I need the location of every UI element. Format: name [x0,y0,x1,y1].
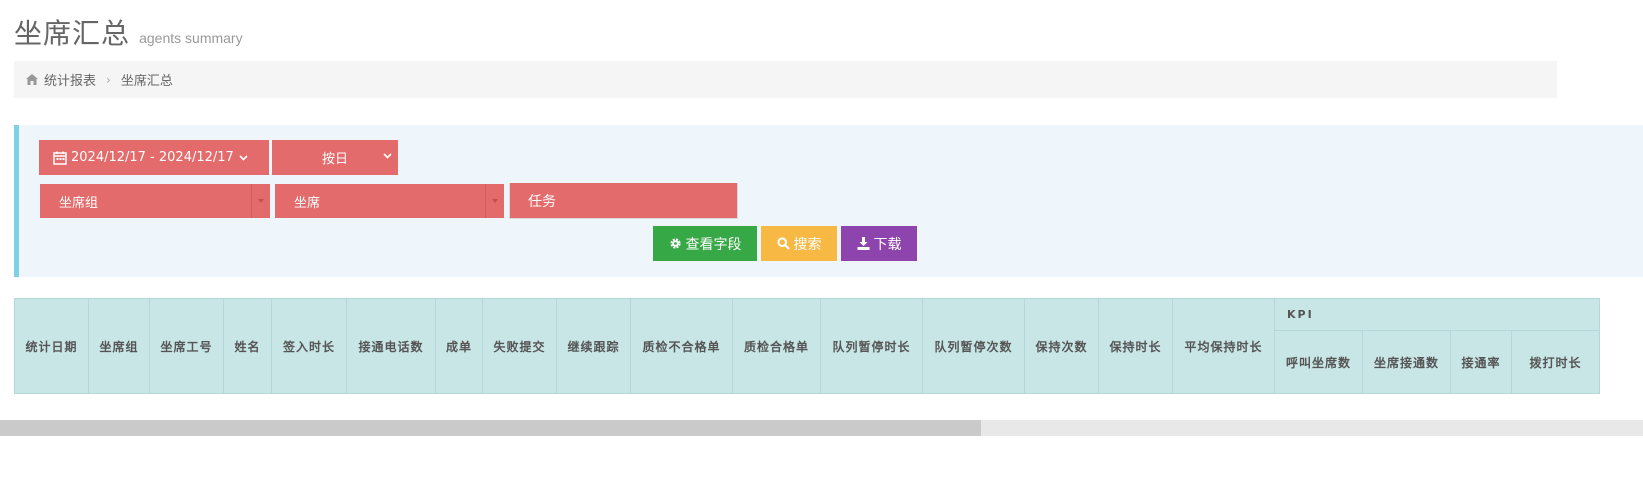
task-input[interactable]: 任务 [509,183,738,219]
date-range-picker[interactable]: 2024/12/17 - 2024/12/17 [39,140,269,175]
chevron-down-icon [239,154,248,161]
horizontal-scrollbar[interactable] [0,420,1643,436]
page-title: 坐席汇总 agents summary [14,12,243,52]
view-fields-label: 查看字段 [685,236,742,253]
kpi-column-header[interactable]: 坐席接通数 [1362,330,1451,394]
column-header[interactable]: 质检合格单 [732,298,821,394]
view-fields-button[interactable]: 查看字段 [653,226,757,261]
kpi-group-header: KPI [1274,298,1600,331]
calendar-icon [53,151,67,165]
chevron-down-icon [383,153,392,159]
filter-panel: 2024/12/17 - 2024/12/17 按日 坐席组 坐席 任务 查看字… [14,125,1643,277]
agent-value: 坐席 [294,195,321,211]
column-header[interactable]: 质检不合格单 [630,298,733,394]
home-icon [26,74,38,85]
kpi-column-header[interactable]: 拨打时长 [1511,330,1600,394]
dropdown-arrow-icon[interactable] [251,184,270,218]
column-header[interactable]: 平均保持时长 [1172,298,1275,394]
agent-select[interactable]: 坐席 [275,184,504,218]
period-value: 按日 [321,152,348,167]
column-header[interactable]: 坐席工号 [149,298,224,394]
period-select[interactable]: 按日 [272,140,398,175]
column-header[interactable]: 签入时长 [271,298,347,394]
agent-group-select[interactable]: 坐席组 [40,184,270,218]
task-placeholder: 任务 [528,193,556,210]
agent-group-value: 坐席组 [59,195,99,211]
page-title-text: 坐席汇总 [14,17,131,50]
column-header[interactable]: 队列暂停时长 [820,298,923,394]
column-header[interactable]: 失败提交 [482,298,557,394]
column-header[interactable]: 保持时长 [1098,298,1173,394]
breadcrumb-item-reports[interactable]: 统计报表 [44,70,96,89]
column-header[interactable]: 坐席组 [88,298,150,394]
date-range-value: 2024/12/17 - 2024/12/17 [71,150,234,165]
column-header[interactable]: 统计日期 [14,298,89,394]
kpi-column-header[interactable]: 接通率 [1450,330,1512,394]
chevron-right-icon: › [106,72,111,87]
download-icon [857,237,870,250]
column-header[interactable]: 姓名 [223,298,272,394]
summary-table: 统计日期 坐席组 坐席工号 姓名 签入时长 接通电话数 成单 失败提交 继续跟踪… [14,298,1600,394]
breadcrumb: 统计报表 › 坐席汇总 [14,61,1557,98]
summary-table-container: 统计日期 坐席组 坐席工号 姓名 签入时长 接通电话数 成单 失败提交 继续跟踪… [14,298,1643,394]
dropdown-arrow-icon[interactable] [485,184,504,218]
search-icon [776,237,790,250]
kpi-column-header[interactable]: 呼叫坐席数 [1274,330,1363,394]
page-subtitle: agents summary [139,30,243,46]
column-header[interactable]: 成单 [435,298,483,394]
search-label: 搜索 [793,236,822,253]
search-button[interactable]: 搜索 [761,226,837,261]
column-header[interactable]: 接通电话数 [346,298,436,394]
column-header[interactable]: 队列暂停次数 [922,298,1025,394]
column-header[interactable]: 保持次数 [1024,298,1099,394]
column-header[interactable]: 继续跟踪 [556,298,631,394]
download-button[interactable]: 下载 [841,226,917,261]
download-label: 下载 [873,236,902,253]
scrollbar-thumb[interactable] [0,420,981,436]
gear-icon [669,237,682,250]
breadcrumb-item-current: 坐席汇总 [120,74,173,89]
